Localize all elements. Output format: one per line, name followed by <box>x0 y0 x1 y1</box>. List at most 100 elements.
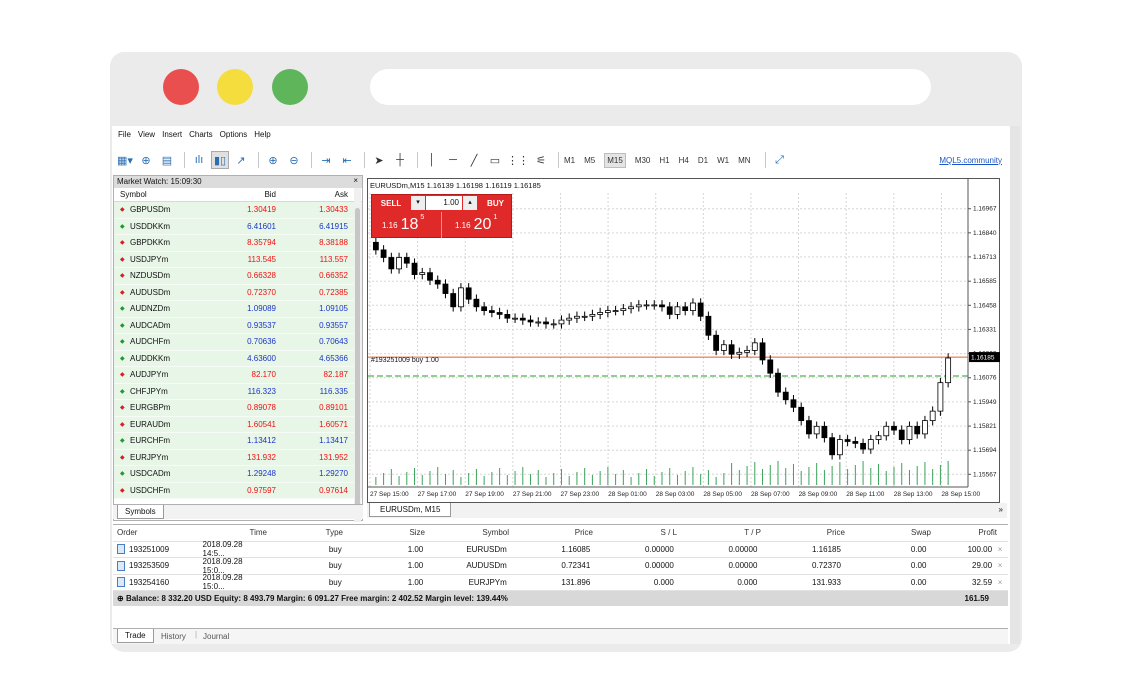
shapes-icon[interactable]: ⚟ <box>532 151 550 169</box>
tp-col-header[interactable]: T / P <box>681 528 765 537</box>
ask-cell: 1.30433 <box>319 205 348 215</box>
profiles-icon[interactable]: ▤ <box>158 151 176 169</box>
market-watch-row[interactable]: ◆ USDJPYm 113.545 113.557 <box>114 251 362 268</box>
symbol-col-header[interactable]: Symbol <box>429 528 513 537</box>
market-watch-row[interactable]: ◆ AUDDKKm 4.63600 4.65366 <box>114 350 362 367</box>
market-watch-row[interactable]: ◆ USDDKKm 6.41601 6.41915 <box>114 218 362 235</box>
new-chart-icon[interactable]: ▦▾ <box>116 151 134 169</box>
app-scrollbar[interactable] <box>1010 126 1020 644</box>
zoom-in-icon[interactable]: ⊕ <box>264 151 282 169</box>
timeframe-m5[interactable]: M5 <box>584 156 595 165</box>
menu-help[interactable]: Help <box>254 130 270 139</box>
minimize-window-button[interactable] <box>217 69 253 105</box>
timeframe-m30[interactable]: M30 <box>635 156 651 165</box>
market-watch-scrollbar[interactable] <box>354 188 361 522</box>
timeframe-d1[interactable]: D1 <box>698 156 708 165</box>
sell-button[interactable]: SELL <box>372 195 410 211</box>
sl-col-header[interactable]: S / L <box>597 528 681 537</box>
market-watch-row[interactable]: ◆ GBPDKKm 8.35794 8.38188 <box>114 235 362 252</box>
swap-col-header[interactable]: Swap <box>849 528 935 537</box>
market-watch-row[interactable]: ◆ AUDCHFm 0.70636 0.70643 <box>114 334 362 351</box>
tab-journal[interactable]: Journal <box>203 632 229 641</box>
timeframe-m15[interactable]: M15 <box>604 152 626 168</box>
market-watch-row[interactable]: ◆ EURAUDm 1.60541 1.60571 <box>114 416 362 433</box>
new-order-icon[interactable]: ⊕ <box>137 151 155 169</box>
tab-symbols[interactable]: Symbols <box>117 505 164 519</box>
market-watch-row[interactable]: ◆ AUDNZDm 1.09089 1.09105 <box>114 301 362 318</box>
trade-row[interactable]: 193253509 2018.09.28 15:0... buy 1.00 AUDUSD… <box>113 557 1008 575</box>
close-position-icon[interactable]: × <box>996 561 1008 570</box>
price-chart[interactable]: 1.16967 1.16840 1.16713 1.16585 1.16458 1.163… <box>367 178 1000 503</box>
trade-row[interactable]: 193254160 2018.09.28 15:0... buy 1.00 EURJPY… <box>113 573 1008 591</box>
symbol-column-header[interactable]: Symbol <box>114 190 238 199</box>
menu-file[interactable]: File <box>118 130 131 139</box>
lot-size-input[interactable]: 1.00 <box>426 196 462 210</box>
current-price-col-header[interactable]: Price <box>765 528 849 537</box>
timeframe-h1[interactable]: H1 <box>659 156 669 165</box>
vertical-line-icon[interactable]: │ <box>423 151 441 169</box>
price-label: 1.16840 <box>973 230 997 237</box>
size-col-header[interactable]: Size <box>347 528 429 537</box>
candlestick-icon[interactable]: ▮▯ <box>211 151 229 169</box>
menu-bar: File View Insert Charts Options Help <box>118 130 271 139</box>
lot-decrease-button[interactable]: ▾ <box>411 196 425 210</box>
timeframe-mn[interactable]: MN <box>738 156 750 165</box>
close-icon[interactable]: × <box>353 176 358 185</box>
timeframe-w1[interactable]: W1 <box>717 156 729 165</box>
chart-shift-icon[interactable]: ⇤ <box>338 151 356 169</box>
order-col-header[interactable]: Order <box>113 528 199 537</box>
market-watch-row[interactable]: ◆ USDCHFm 0.97597 0.97614 <box>114 482 362 499</box>
market-watch-row[interactable]: ◆ CHFJPYm 116.323 116.335 <box>114 383 362 400</box>
lot-increase-button[interactable]: ▴ <box>463 196 477 210</box>
cursor-icon[interactable]: ➤ <box>370 151 388 169</box>
tab-eurusd-m15[interactable]: EURUSDm, M15 <box>369 503 452 517</box>
profit-col-header[interactable]: Profit <box>935 528 1001 537</box>
bar-chart-icon[interactable]: ılı <box>190 151 208 169</box>
market-watch-row[interactable]: ◆ EURGBPm 0.89078 0.89101 <box>114 400 362 417</box>
crosshair-icon[interactable]: ┼ <box>391 151 409 169</box>
market-watch-row[interactable]: ◆ GBPUSDm 1.30419 1.30433 <box>114 202 362 219</box>
bid-column-header[interactable]: Bid <box>238 190 276 199</box>
market-watch-row[interactable]: ◆ EURCHFm 1.13412 1.13417 <box>114 433 362 450</box>
tab-trade[interactable]: Trade <box>117 629 154 643</box>
menu-view[interactable]: View <box>138 130 155 139</box>
tab-history[interactable]: History <box>161 632 186 641</box>
horizontal-line-icon[interactable]: ─ <box>444 151 462 169</box>
fullscreen-icon[interactable]: ⤢ <box>771 151 789 169</box>
close-position-icon[interactable]: × <box>996 578 1008 587</box>
time-col-header[interactable]: Time <box>199 528 271 537</box>
menu-charts[interactable]: Charts <box>189 130 213 139</box>
chart-tabs-scroll-icon[interactable]: » <box>999 505 1003 514</box>
fibonacci-icon[interactable]: ⋮⋮ <box>507 151 529 169</box>
market-watch-row[interactable]: ◆ AUDJPYm 82.170 82.187 <box>114 367 362 384</box>
line-chart-icon[interactable]: ↗ <box>232 151 250 169</box>
menu-insert[interactable]: Insert <box>162 130 182 139</box>
market-watch-row[interactable]: ◆ USDCADm 1.29248 1.29270 <box>114 466 362 483</box>
buy-price[interactable]: 1.16 20 1 <box>443 212 513 238</box>
arrow-down-icon: ◆ <box>120 487 125 494</box>
market-watch-row[interactable]: ◆ NZDUSDm 0.66328 0.66352 <box>114 268 362 285</box>
maximize-window-button[interactable] <box>272 69 308 105</box>
market-watch-row[interactable]: ◆ AUDUSDm 0.72370 0.72385 <box>114 284 362 301</box>
ask-column-header[interactable]: Ask <box>276 190 348 199</box>
trade-row[interactable]: 193251009 2018.09.28 14:5... buy 1.00 EURUSD… <box>113 540 1008 558</box>
zoom-out-icon[interactable]: ⊖ <box>285 151 303 169</box>
ask-cell: 6.41915 <box>319 221 348 231</box>
buy-button[interactable]: BUY <box>478 195 513 211</box>
menu-options[interactable]: Options <box>220 130 248 139</box>
type-col-header[interactable]: Type <box>271 528 347 537</box>
autoscroll-icon[interactable]: ⇥ <box>317 151 335 169</box>
address-bar[interactable] <box>370 69 931 105</box>
mql5-community-link[interactable]: MQL5.community <box>939 156 1002 165</box>
close-window-button[interactable] <box>163 69 199 105</box>
timeframe-m1[interactable]: M1 <box>564 156 575 165</box>
market-watch-row[interactable]: ◆ AUDCADm 0.93537 0.93557 <box>114 317 362 334</box>
toolbar: ▦▾ ⊕ ▤ ılı ▮▯ ↗ ⊕ ⊖ ⇥ ⇤ ➤ ┼ │ ─ ╱ ▭ ⋮⋮ ⚟… <box>116 150 1006 170</box>
text-label-icon[interactable]: ▭ <box>486 151 504 169</box>
open-price-col-header[interactable]: Price <box>513 528 597 537</box>
trendline-icon[interactable]: ╱ <box>465 151 483 169</box>
timeframe-h4[interactable]: H4 <box>679 156 689 165</box>
sell-price[interactable]: 1.16 18 5 <box>372 212 442 238</box>
close-position-icon[interactable]: × <box>996 545 1008 554</box>
market-watch-row[interactable]: ◆ EURJPYm 131.932 131.952 <box>114 449 362 466</box>
